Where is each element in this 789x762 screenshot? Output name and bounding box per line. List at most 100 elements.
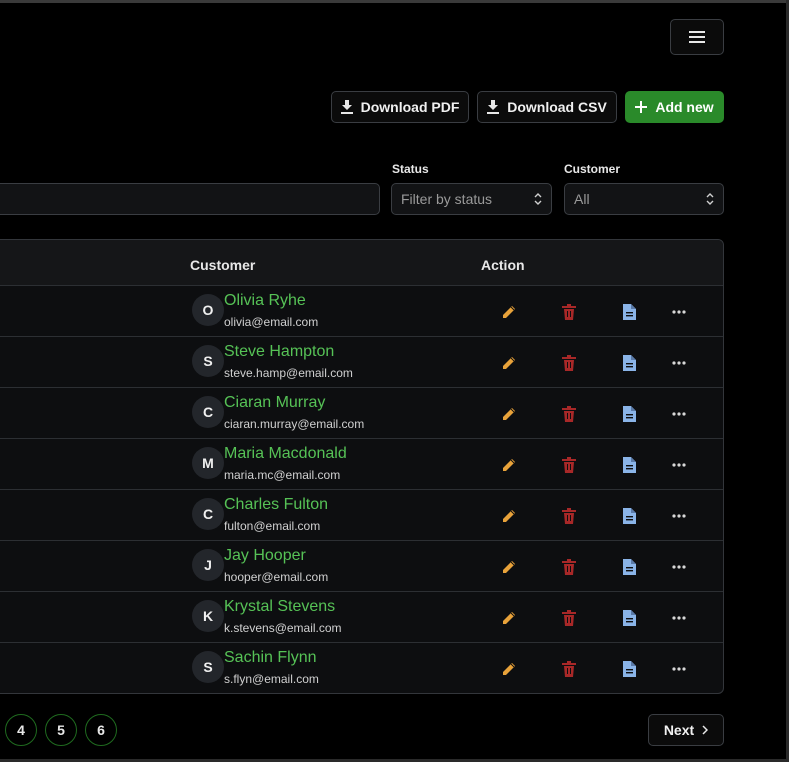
trash-icon <box>562 508 576 524</box>
table-row: M Maria Macdonald maria.mc@email.com <box>0 439 723 490</box>
trash-icon <box>562 559 576 575</box>
plus-icon <box>635 101 648 113</box>
delete-button[interactable] <box>559 404 579 424</box>
edit-button[interactable] <box>499 557 519 577</box>
download-pdf-button[interactable]: Download PDF <box>331 91 469 123</box>
search-input[interactable] <box>0 183 380 215</box>
column-header-customer[interactable]: Customer <box>190 257 255 273</box>
pencil-icon <box>503 408 515 420</box>
avatar: C <box>192 498 224 530</box>
view-document-button[interactable] <box>619 506 639 526</box>
more-options-button[interactable] <box>669 659 689 679</box>
chevron-up-down-icon <box>534 193 542 205</box>
status-filter-select[interactable]: Filter by status <box>391 183 552 215</box>
customer-name-link[interactable]: Sachin Flynn <box>224 649 317 667</box>
more-options-button[interactable] <box>669 302 689 322</box>
customer-email: fulton@email.com <box>224 519 321 533</box>
edit-button[interactable] <box>499 353 519 373</box>
view-document-button[interactable] <box>619 353 639 373</box>
edit-button[interactable] <box>499 608 519 628</box>
delete-button[interactable] <box>559 659 579 679</box>
customer-name-link[interactable]: Krystal Stevens <box>224 598 335 616</box>
avatar: S <box>192 345 224 377</box>
page-button-5[interactable]: 5 <box>45 714 77 746</box>
next-page-button[interactable]: Next <box>648 714 724 746</box>
document-icon <box>622 610 636 626</box>
more-horizontal-icon <box>672 514 686 518</box>
view-document-button[interactable] <box>619 455 639 475</box>
page-button-6[interactable]: 6 <box>85 714 117 746</box>
customer-name-link[interactable]: Steve Hampton <box>224 343 334 361</box>
add-new-button[interactable]: Add new <box>625 91 724 123</box>
view-document-button[interactable] <box>619 404 639 424</box>
delete-button[interactable] <box>559 455 579 475</box>
view-document-button[interactable] <box>619 608 639 628</box>
customer-name-link[interactable]: Olivia Ryhe <box>224 292 306 310</box>
document-icon <box>622 559 636 575</box>
more-horizontal-icon <box>672 361 686 365</box>
status-filter-placeholder: Filter by status <box>401 191 493 207</box>
hamburger-menu-button[interactable] <box>670 19 724 55</box>
delete-button[interactable] <box>559 506 579 526</box>
delete-button[interactable] <box>559 302 579 322</box>
edit-button[interactable] <box>499 404 519 424</box>
edit-button[interactable] <box>499 302 519 322</box>
table-header: Customer Action <box>0 240 723 286</box>
customer-email: olivia@email.com <box>224 315 319 329</box>
more-horizontal-icon <box>672 310 686 314</box>
page-button-4[interactable]: 4 <box>5 714 37 746</box>
customer-name-link[interactable]: Ciaran Murray <box>224 394 325 412</box>
trash-icon <box>562 304 576 320</box>
view-document-button[interactable] <box>619 659 639 679</box>
document-icon <box>622 508 636 524</box>
delete-button[interactable] <box>559 353 579 373</box>
edit-button[interactable] <box>499 455 519 475</box>
customer-email: k.stevens@email.com <box>224 621 342 635</box>
delete-button[interactable] <box>559 557 579 577</box>
customer-email: s.flyn@email.com <box>224 672 319 686</box>
download-pdf-label: Download PDF <box>360 99 460 115</box>
avatar: O <box>192 294 224 326</box>
table-row: O Olivia Ryhe olivia@email.com <box>0 286 723 337</box>
avatar: S <box>192 651 224 683</box>
more-options-button[interactable] <box>669 455 689 475</box>
avatar: J <box>192 549 224 581</box>
trash-icon <box>562 457 576 473</box>
more-horizontal-icon <box>672 463 686 467</box>
pencil-icon <box>503 357 515 369</box>
view-document-button[interactable] <box>619 302 639 322</box>
trash-icon <box>562 406 576 422</box>
customer-name-link[interactable]: Jay Hooper <box>224 547 306 565</box>
more-options-button[interactable] <box>669 608 689 628</box>
edit-button[interactable] <box>499 659 519 679</box>
window-top-border <box>0 0 789 3</box>
more-horizontal-icon <box>672 616 686 620</box>
customer-email: ciaran.murray@email.com <box>224 417 365 431</box>
pencil-icon <box>503 510 515 522</box>
more-options-button[interactable] <box>669 506 689 526</box>
avatar: C <box>192 396 224 428</box>
table-row: J Jay Hooper hooper@email.com <box>0 541 723 592</box>
customer-filter-select[interactable]: All <box>564 183 724 215</box>
pencil-icon <box>503 612 515 624</box>
hamburger-icon <box>689 31 705 43</box>
edit-button[interactable] <box>499 506 519 526</box>
more-options-button[interactable] <box>669 404 689 424</box>
trash-icon <box>562 355 576 371</box>
view-document-button[interactable] <box>619 557 639 577</box>
download-icon <box>340 100 353 114</box>
customer-name-link[interactable]: Charles Fulton <box>224 496 328 514</box>
customer-email: hooper@email.com <box>224 570 329 584</box>
table-row: S Sachin Flynn s.flyn@email.com <box>0 643 723 693</box>
more-options-button[interactable] <box>669 557 689 577</box>
delete-button[interactable] <box>559 608 579 628</box>
customer-name-link[interactable]: Maria Macdonald <box>224 445 347 463</box>
customer-email: steve.hamp@email.com <box>224 366 353 380</box>
trash-icon <box>562 610 576 626</box>
column-header-action: Action <box>481 257 525 273</box>
status-filter-label: Status <box>392 162 429 176</box>
download-csv-button[interactable]: Download CSV <box>477 91 617 123</box>
table-row: S Steve Hampton steve.hamp@email.com <box>0 337 723 388</box>
document-icon <box>622 355 636 371</box>
more-options-button[interactable] <box>669 353 689 373</box>
